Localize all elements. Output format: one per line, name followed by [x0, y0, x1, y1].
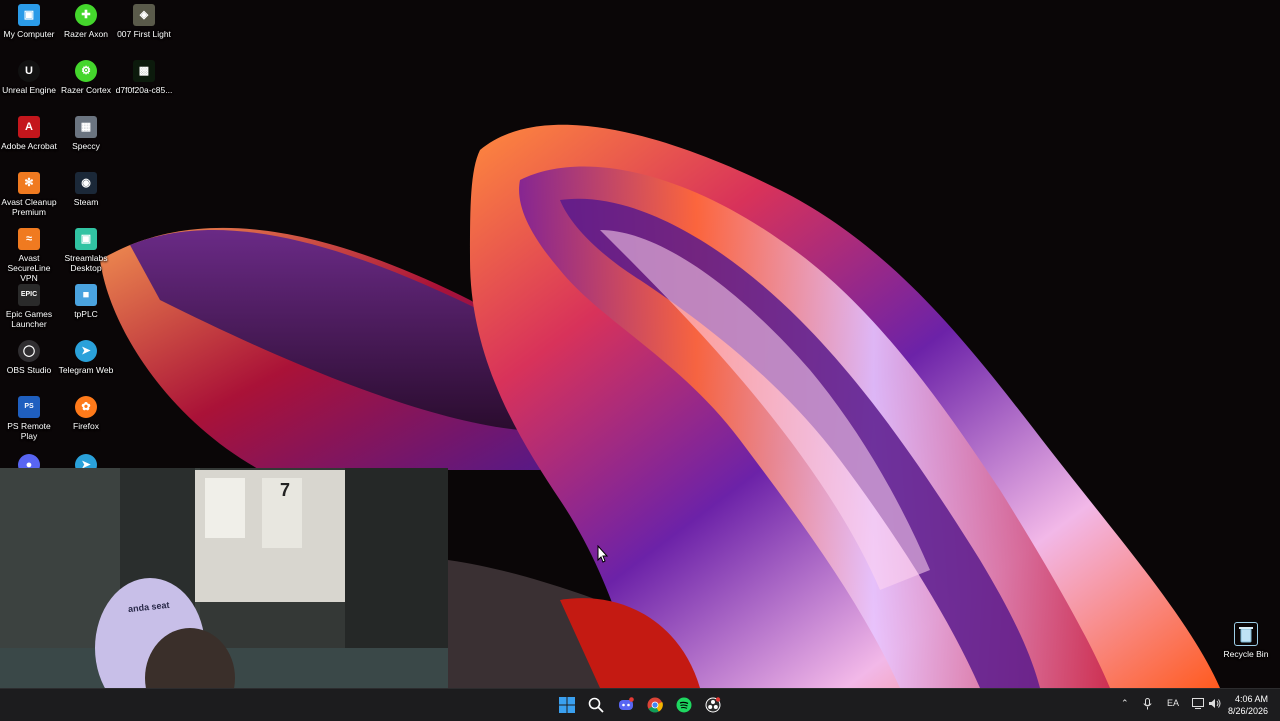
avast-cleanup-desktop-icon[interactable]: ✻ Avast Cleanup Premium	[0, 168, 58, 217]
obs-icon: ◯	[18, 340, 40, 362]
microphone-icon[interactable]	[1143, 698, 1152, 712]
desktop-icon-label: Speccy	[72, 141, 100, 151]
game-007-desktop-icon[interactable]: ◈ 007 First Light	[115, 0, 173, 39]
language-indicator[interactable]: EA	[1167, 698, 1179, 708]
desktop-icon-label: Steam	[73, 197, 99, 207]
telegram-icon: ➤	[75, 340, 97, 362]
unreal-engine-icon: U	[18, 60, 40, 82]
desktop-icon-label: Razer Cortex	[60, 85, 112, 95]
computer-icon: ▣	[18, 4, 40, 26]
razer-axon-desktop-icon[interactable]: ✚ Razer Axon	[57, 0, 115, 39]
file-desktop-icon[interactable]: ▩ d7f0f20a-c85...	[115, 56, 173, 95]
desktop-icon-label: Streamlabs Desktop	[64, 253, 108, 273]
windows-start-icon	[559, 697, 575, 713]
show-hidden-icons-chevron-icon[interactable]: ⌃	[1121, 698, 1129, 709]
taskbar: ⌃ EA 4:06 AM 8/26/2026	[0, 688, 1280, 721]
desktop-icon-label: Epic Games Launcher	[5, 309, 53, 329]
chrome-icon	[647, 697, 663, 713]
desktop-icon-label: tpPLC	[74, 309, 98, 319]
razer-cortex-desktop-icon[interactable]: ⚙ Razer Cortex	[57, 56, 115, 95]
file-icon: ▩	[133, 60, 155, 82]
volume-icon[interactable]	[1208, 698, 1221, 711]
desktop-icon-label: Firefox	[73, 421, 99, 431]
clock-date: 8/26/2026	[1227, 706, 1268, 716]
search-icon	[588, 697, 604, 713]
firefox-icon: ✿	[75, 396, 97, 418]
avast-vpn-icon: ≈	[18, 228, 40, 250]
mouse-cursor-icon	[597, 545, 609, 563]
ps-remote-play-desktop-icon[interactable]: PS PS Remote Play	[0, 392, 58, 441]
desktop-icon-label: d7f0f20a-c85...	[115, 85, 173, 95]
razer-axon-icon: ✚	[75, 4, 97, 26]
ps-remote-play-icon: PS	[18, 396, 40, 418]
taskbar-chrome-button[interactable]	[643, 693, 667, 717]
desktop-icon-label: Razer Axon	[64, 29, 108, 39]
epic-games-icon: EPIC	[18, 284, 40, 306]
avast-cleanup-icon: ✻	[18, 172, 40, 194]
epic-games-desktop-icon[interactable]: EPIC Epic Games Launcher	[0, 280, 58, 329]
desktop-icon-label: Avast SecureLine VPN	[7, 253, 51, 283]
steam-desktop-icon[interactable]: ◉ Steam	[57, 168, 115, 207]
network-icon[interactable]	[1192, 698, 1204, 711]
recycle-bin-desktop-icon[interactable]: Recycle Bin	[1217, 618, 1275, 659]
recycle-bin-icon	[1234, 622, 1258, 646]
discord-icon	[619, 697, 634, 710]
obs-icon	[705, 697, 721, 713]
desktop-icon-label: Avast Cleanup Premium	[1, 197, 57, 217]
speccy-desktop-icon[interactable]: ▦ Speccy	[57, 112, 115, 151]
system-clock[interactable]: 4:06 AM 8/26/2026	[1228, 693, 1268, 717]
desktop-icon-label: Unreal Engine	[2, 85, 56, 95]
streamlabs-icon: ▣	[75, 228, 97, 250]
webcam-overlay: anda seat 7	[0, 468, 448, 720]
search-button[interactable]	[584, 693, 608, 717]
speccy-icon: ▦	[75, 116, 97, 138]
computer-desktop-icon[interactable]: ▣ My Computer	[0, 0, 58, 39]
razer-cortex-icon: ⚙	[75, 60, 97, 82]
tpplc-icon: ■	[75, 284, 97, 306]
acrobat-desktop-icon[interactable]: A Adobe Acrobat	[0, 112, 58, 151]
start-button[interactable]	[555, 693, 579, 717]
unreal-engine-desktop-icon[interactable]: U Unreal Engine	[0, 56, 58, 95]
game-007-icon: ◈	[133, 4, 155, 26]
acrobat-icon: A	[18, 116, 40, 138]
desktop-icon-label: Recycle Bin	[1223, 649, 1269, 659]
avast-vpn-desktop-icon[interactable]: ≈ Avast SecureLine VPN	[0, 224, 58, 283]
firefox-desktop-icon[interactable]: ✿ Firefox	[57, 392, 115, 431]
streamlabs-desktop-icon[interactable]: ▣ Streamlabs Desktop	[57, 224, 115, 273]
tpplc-desktop-icon[interactable]: ■ tpPLC	[57, 280, 115, 319]
clock-time: 4:06 AM	[1234, 694, 1268, 704]
desktop-icon-label: 007 First Light	[117, 29, 171, 39]
steam-icon: ◉	[75, 172, 97, 194]
desktop-icon-label: PS Remote Play	[7, 421, 51, 441]
desktop-icon-label: OBS Studio	[6, 365, 52, 375]
desktop-icon-label: My Computer	[3, 29, 55, 39]
obs-desktop-icon[interactable]: ◯ OBS Studio	[0, 336, 58, 375]
taskbar-obs-button[interactable]	[701, 693, 725, 717]
taskbar-discord-button[interactable]	[614, 693, 638, 717]
taskbar-spotify-button[interactable]	[672, 693, 696, 717]
desktop-icon-label: Telegram Web	[58, 365, 114, 375]
jersey-number-text: 7	[280, 480, 291, 500]
spotify-icon	[676, 697, 692, 713]
telegram-desktop-icon[interactable]: ➤ Telegram Web	[57, 336, 115, 375]
desktop-icon-label: Adobe Acrobat	[1, 141, 57, 151]
